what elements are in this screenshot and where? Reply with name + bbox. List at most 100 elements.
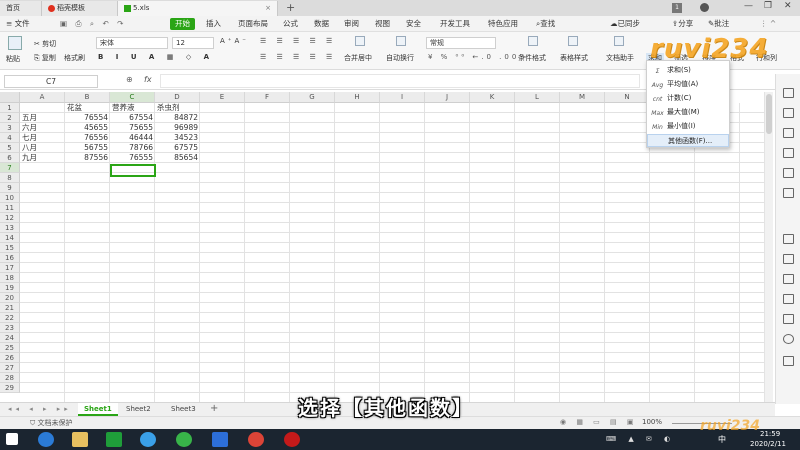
ie-icon[interactable] [38,432,54,447]
merge-center-button[interactable]: 合并居中 [344,53,372,63]
row-header-22[interactable]: 22 [0,313,20,323]
format-painter-button[interactable]: 格式刷 [64,53,85,63]
analysis-icon[interactable] [783,188,794,198]
column-header-g[interactable]: G [290,92,335,103]
doc-helper-button[interactable]: 文档助手 [606,53,634,63]
column-header-d[interactable]: D [155,92,200,103]
view-mode-icons[interactable]: ◉ ▦ ▭ ▤ ▣ [560,418,637,426]
table-cell[interactable]: 34523 [155,133,200,143]
column-header-h[interactable]: H [335,92,380,103]
close-window-icon[interactable]: ✕ [784,1,792,11]
table-cell[interactable]: 84872 [155,113,200,123]
zoom-formula-icon[interactable]: ⊕ [126,75,133,84]
menu-item-review[interactable]: 审阅 [344,18,359,30]
table-cell[interactable]: 六月 [20,123,65,133]
help-icon[interactable] [783,334,794,344]
chrome-icon[interactable] [248,432,264,447]
vertical-scrollbar[interactable] [764,92,773,402]
row-header-12[interactable]: 12 [0,213,20,223]
table-cell[interactable]: 67575 [155,143,200,153]
table-icon[interactable] [783,148,794,158]
copy-button[interactable]: ⎘ 复制 [34,53,56,63]
sheet-nav-icons[interactable]: ◂◂ ◂ ▸ ▸▸ [8,405,72,413]
menu-item-insert[interactable]: 插入 [206,18,221,30]
backup-icon[interactable] [783,234,794,244]
row-header-20[interactable]: 20 [0,293,20,303]
more-icon[interactable]: ⋮ ^ [760,18,776,30]
add-sheet-icon[interactable]: + [210,403,218,414]
ime-indicator[interactable]: 中 [718,434,726,445]
dropdown-item-4[interactable]: Min 最小值(I) [647,120,729,133]
new-tab-icon[interactable]: + [286,1,295,14]
row-header-15[interactable]: 15 [0,243,20,253]
sheet-tab-2[interactable]: Sheet2 [120,403,157,416]
recorder-icon[interactable] [284,432,300,447]
paste-icon[interactable] [8,36,22,50]
row-header-14[interactable]: 14 [0,233,20,243]
table-cell[interactable]: 76556 [65,133,110,143]
row-header-2[interactable]: 2 [0,113,20,123]
align-horizontal-icons[interactable]: ☰ ☰ ☰ ☰ ☰ [260,53,336,61]
name-box[interactable]: C7 [4,75,98,88]
wps-writer-icon[interactable] [212,432,228,447]
scroll-thumb[interactable] [766,94,772,134]
row-header-25[interactable]: 25 [0,343,20,353]
baidu-cloud-icon[interactable] [140,432,156,447]
row-header-4[interactable]: 4 [0,133,20,143]
font-grow-shrink-icon[interactable]: A⁺A⁻ [220,37,249,45]
minimize-icon[interactable]: — [744,1,753,11]
menu-item-view[interactable]: 视图 [375,18,390,30]
cut-button[interactable]: ✂ 剪切 [34,39,56,49]
doc-helper-icon[interactable] [614,36,624,46]
wrap-text-button[interactable]: 自动换行 [386,53,414,63]
menu-item-page-layout[interactable]: 页面布局 [238,18,268,30]
table-cell[interactable]: 67554 [110,113,155,123]
table-cell[interactable]: 76555 [110,153,155,163]
sync-status[interactable]: ☁已同步 [610,18,640,30]
search-button[interactable]: ⌕查找 [536,18,555,30]
maximize-icon[interactable]: ❐ [764,1,772,11]
dropdown-item-0[interactable]: Σ 求和(S) [647,64,729,77]
tools-icon[interactable] [783,314,794,324]
table-cell[interactable]: 75655 [110,123,155,133]
badge-icon[interactable]: 1 [672,3,682,13]
menu-item-data[interactable]: 数据 [314,18,329,30]
windows-start-icon[interactable] [6,433,18,445]
column-header-c[interactable]: C [110,92,155,103]
table-cell[interactable]: 96989 [155,123,200,133]
column-header-k[interactable]: K [470,92,515,103]
paste-button[interactable]: 粘贴 [6,54,20,64]
formula-input[interactable] [160,74,640,88]
table-cell[interactable]: 花盆 [65,103,110,113]
wrap-icon[interactable] [396,36,406,46]
column-header-a[interactable]: A [20,92,65,103]
table-cell[interactable]: 85654 [155,153,200,163]
row-header-16[interactable]: 16 [0,253,20,263]
conditional-format-icon[interactable] [528,36,538,46]
row-header-7[interactable]: 7 [0,163,20,173]
fx-button[interactable]: fx [144,75,152,84]
row-header-19[interactable]: 19 [0,283,20,293]
conditional-format-button[interactable]: 条件格式 [518,53,546,63]
protect-status[interactable]: ⛉ 文档未保护 [30,418,72,428]
column-header-b[interactable]: B [65,92,110,103]
zoom-level[interactable]: 100% [642,418,662,426]
row-header-5[interactable]: 5 [0,143,20,153]
style-icon[interactable] [783,108,794,118]
row-header-1[interactable]: 1 [0,103,20,113]
tab-file-5xls[interactable]: 5.xls × [118,1,278,16]
menu-item-special[interactable]: 特色应用 [488,18,518,30]
number-format-select[interactable]: 常规 [426,37,496,49]
tray-icons[interactable]: ⌨ ▲ ✉ ◐ [606,435,675,443]
protect-icon[interactable] [783,294,794,304]
number-format-icons[interactable]: ¥ % ⁰⁰ ←.0 .00→ [428,53,528,61]
tab-docer[interactable]: 稻壳模板 [42,1,118,16]
row-header-6[interactable]: 6 [0,153,20,163]
cursor-icon[interactable] [783,88,794,98]
avatar[interactable] [700,3,709,12]
table-cell[interactable]: 七月 [20,133,65,143]
column-header-m[interactable]: M [560,92,605,103]
dropdown-item-1[interactable]: Avg 平均值(A) [647,78,729,91]
table-cell[interactable]: 46444 [110,133,155,143]
font-style-icons[interactable]: B I U A ▦ ◇ A [98,53,214,61]
